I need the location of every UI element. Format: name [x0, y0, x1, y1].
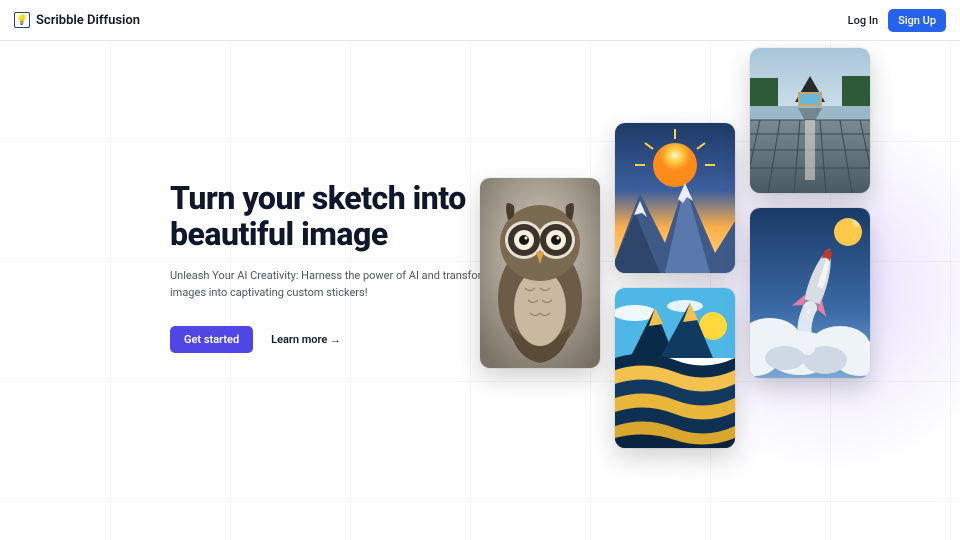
- lake-cabin-icon: [750, 48, 870, 193]
- gallery-card-waves: [615, 288, 735, 448]
- brand[interactable]: 💡 Scribble Diffusion: [14, 12, 140, 28]
- hero-gallery: [480, 48, 900, 488]
- gallery-card-rocket: [750, 208, 870, 378]
- gallery-card-cabin: [750, 48, 870, 193]
- get-started-button[interactable]: Get started: [170, 326, 253, 353]
- login-link[interactable]: Log In: [848, 14, 878, 27]
- gallery-card-owl: [480, 178, 600, 368]
- learn-more-link[interactable]: Learn more →: [271, 333, 341, 346]
- hero-title-line2: beautiful image: [170, 215, 388, 253]
- signup-button[interactable]: Sign Up: [888, 9, 946, 32]
- nav-auth: Log In Sign Up: [848, 9, 946, 32]
- rocket-launch-icon: [750, 208, 870, 378]
- brand-name: Scribble Diffusion: [36, 13, 140, 28]
- brand-logo-icon: 💡: [14, 12, 30, 28]
- abstract-waves-icon: [615, 288, 735, 448]
- site-header: 💡 Scribble Diffusion Log In Sign Up: [0, 0, 960, 41]
- owl-illustration-icon: [480, 178, 600, 368]
- mountain-sunset-icon: [615, 123, 735, 273]
- hero-title-line1: Turn your sketch into: [170, 179, 466, 217]
- gallery-card-sunset: [615, 123, 735, 273]
